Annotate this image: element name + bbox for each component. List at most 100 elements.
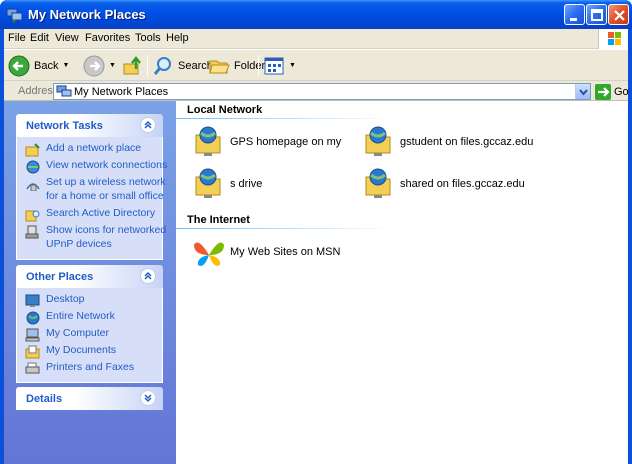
folders-button[interactable]: Folders [208,53,271,78]
network-folder-icon [365,168,391,198]
add-network-place-icon [25,143,40,157]
other-places-header[interactable]: Other Places [16,265,163,288]
menu-bar: File Edit View Favorites Tools Help [4,29,628,49]
network-folder-icon [365,126,391,156]
address-value: My Network Places [74,86,169,98]
back-arrow-icon [8,55,30,76]
back-dropdown-icon[interactable]: ▼ [62,62,69,69]
collapse-button[interactable] [140,117,156,133]
folders-icon [209,60,230,73]
network-folder-icon [195,126,221,156]
forward-arrow-icon [83,55,105,76]
maximize-icon [591,9,603,21]
go-label: Go [614,85,629,98]
group-divider [176,228,398,229]
views-icon [264,57,284,74]
network-place-s-drive[interactable]: s drive [192,167,262,201]
task-show-upnp-icons[interactable]: Show icons for networked [25,225,166,239]
my-documents-icon [25,345,40,359]
chevron-down-icon [579,89,588,96]
group-divider [176,118,398,119]
menu-favorites[interactable]: Favorites [85,32,130,44]
network-place-msn-web-sites[interactable]: My Web Sites on MSN [192,235,340,269]
chevron-down-icon [144,394,152,403]
task-add-network-place[interactable]: Add a network place [25,143,162,157]
task-show-upnp-icons-line2[interactable]: UPnP devices [25,239,162,253]
entire-network-icon [26,311,40,325]
place-entire-network[interactable]: Entire Network [25,311,162,325]
wireless-network-icon [26,183,40,191]
local-network-heading: Local Network [187,104,263,116]
network-place-gstudent[interactable]: gstudent on files.gccaz.edu [362,125,533,159]
menu-tools[interactable]: Tools [135,32,161,44]
network-places-icon [56,85,72,97]
close-button[interactable] [608,4,629,25]
upnp-devices-icon [25,225,39,239]
network-place-shared[interactable]: shared on files.gccaz.edu [362,167,525,201]
toolbar: Back ▼ ▼ Search Folders ▼ [4,49,628,81]
network-tasks-panel: Network Tasks Add a network place View n… [16,114,167,260]
printers-faxes-icon [25,362,40,374]
chevron-up-icon [144,120,152,129]
details-header[interactable]: Details [16,387,163,410]
back-button[interactable]: Back ▼ [8,53,69,78]
task-pane: Network Tasks Add a network place View n… [4,101,176,464]
forward-dropdown-icon[interactable]: ▼ [109,62,116,69]
network-tasks-title: Network Tasks [26,120,103,132]
address-bar: Address My Network Places Go [4,81,629,101]
menu-file[interactable]: File [8,32,26,44]
internet-heading: The Internet [187,214,250,226]
minimize-button[interactable] [564,4,585,25]
back-label: Back [34,59,59,72]
network-places-icon [6,8,23,23]
forward-button[interactable]: ▼ [83,53,116,78]
address-field[interactable]: My Network Places [53,83,591,100]
go-button[interactable]: Go [595,83,629,100]
task-setup-wireless[interactable]: Set up a wireless network [25,177,166,191]
expand-button[interactable] [140,390,156,406]
menu-view[interactable]: View [55,32,79,44]
my-computer-icon [25,328,40,342]
close-icon [614,10,625,21]
search-directory-icon [25,210,40,222]
search-icon [153,56,171,75]
task-view-connections[interactable]: View network connections [25,160,167,174]
place-my-documents[interactable]: My Documents [25,345,162,359]
network-tasks-header[interactable]: Network Tasks [16,114,163,137]
search-button[interactable]: Search [152,53,213,78]
desktop-icon [25,294,40,307]
task-search-active-directory[interactable]: Search Active Directory [25,208,162,222]
views-dropdown-icon[interactable]: ▼ [289,62,296,69]
maximize-button[interactable] [586,4,607,25]
place-my-computer[interactable]: My Computer [25,328,162,342]
up-button[interactable] [122,53,144,78]
network-tasks-body: Add a network place View network connect… [16,137,167,260]
toolbar-separator [258,55,259,76]
network-folder-icon [195,168,221,198]
address-dropdown-button[interactable] [575,84,590,99]
views-button[interactable]: ▼ [263,53,296,78]
other-places-title: Other Places [26,271,94,283]
menu-edit[interactable]: Edit [30,32,49,44]
collapse-button[interactable] [140,268,156,284]
place-desktop[interactable]: Desktop [25,294,162,308]
details-panel: Details [16,387,163,410]
minimize-icon [570,18,577,21]
other-places-body: Desktop Entire Network My Computer My Do… [16,288,163,383]
toolbar-separator [147,55,148,76]
network-place-gps-homepage[interactable]: GPS homepage on my [192,125,341,159]
menu-help[interactable]: Help [166,32,189,44]
chevron-up-icon [144,271,152,280]
other-places-panel: Other Places Desktop Entire Network My C… [16,265,163,383]
explorer-window: My Network Places File Edit View Favorit… [0,0,632,464]
up-folder-icon [123,55,141,74]
task-setup-wireless-line2[interactable]: for a home or small office [25,191,164,205]
content-pane: Local Network GPS homepage on my gstuden… [176,101,628,464]
windows-logo-icon [598,29,628,49]
title-bar[interactable]: My Network Places [0,0,632,29]
network-connections-icon [26,160,40,174]
msn-butterfly-icon [194,242,224,266]
place-printers-faxes[interactable]: Printers and Faxes [25,362,162,376]
details-title: Details [26,393,63,405]
window-client: File Edit View Favorites Tools Help Back… [4,29,629,464]
